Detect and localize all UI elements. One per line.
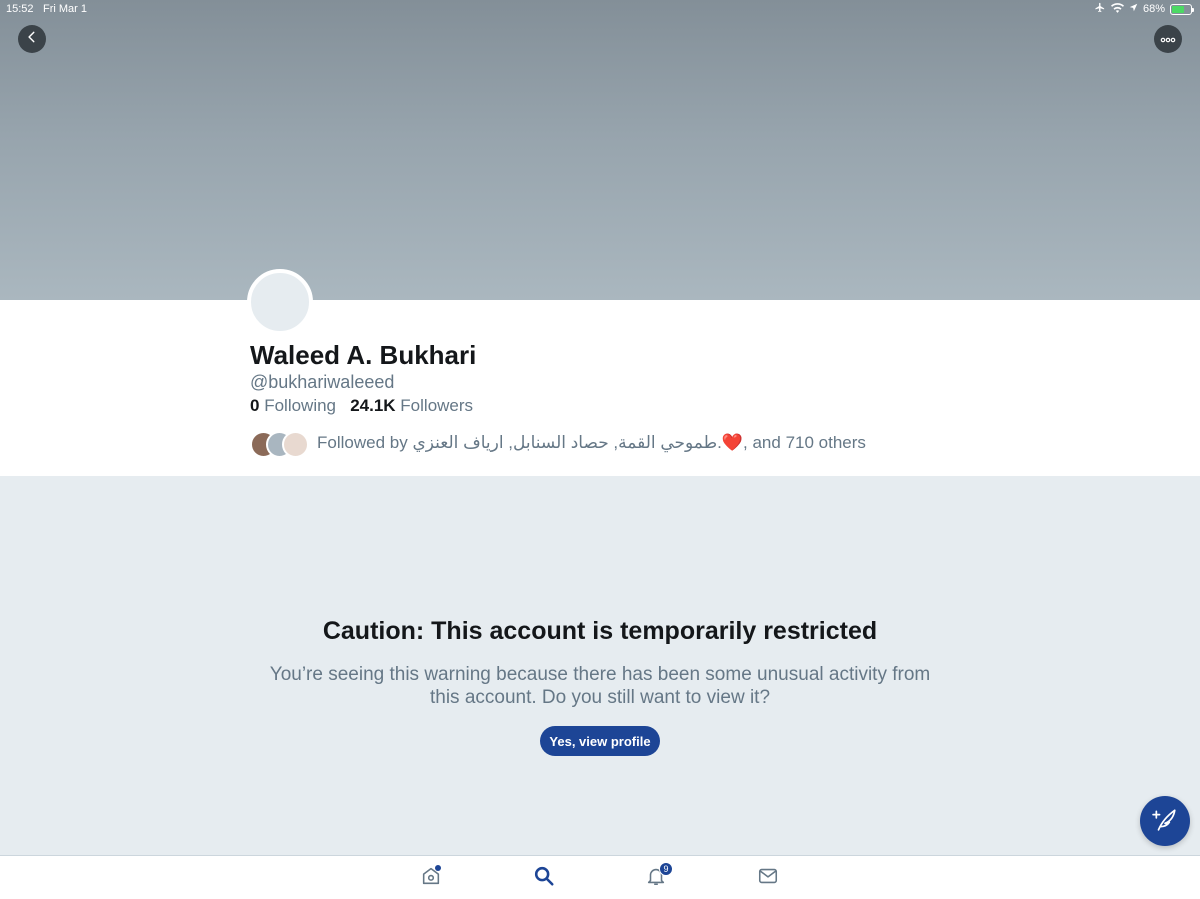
status-date: Fri Mar 1 — [43, 3, 87, 15]
following-count: 0 — [250, 396, 260, 415]
tab-search[interactable] — [532, 866, 556, 890]
tab-home[interactable] — [419, 865, 443, 890]
tab-messages[interactable] — [756, 866, 780, 890]
location-icon — [1129, 3, 1138, 15]
following-label: Following — [264, 396, 337, 415]
battery-percent: 68% — [1142, 3, 1165, 15]
followers-you-know-avatars[interactable] — [250, 431, 312, 459]
notifications-badge: 9 — [659, 862, 673, 876]
followers-link[interactable]: 24.1K Followers — [350, 396, 473, 415]
battery-level — [1172, 5, 1185, 13]
wifi-icon — [1110, 2, 1124, 16]
caution-title: Caution: This account is temporarily res… — [322, 617, 878, 645]
battery-icon — [1170, 3, 1194, 15]
follow-counts: 0 Following 24.1K Followers — [250, 396, 473, 416]
more-icon — [1160, 30, 1176, 48]
mini-avatar — [282, 431, 309, 458]
avatar[interactable] — [247, 269, 313, 335]
mail-icon — [757, 865, 779, 892]
following-link[interactable]: 0 Following — [250, 396, 336, 415]
followed-by-text[interactable]: Followed by طموحي القمة, حصاد السنابل, ا… — [317, 433, 866, 453]
airplane-icon — [1094, 2, 1106, 16]
back-button[interactable] — [18, 25, 46, 53]
followers-label: Followers — [400, 396, 474, 415]
search-icon — [533, 865, 555, 892]
bottom-tab-bar: 9 — [0, 855, 1200, 899]
followers-count: 24.1K — [350, 396, 396, 415]
user-handle: @bukhariwaleeed — [250, 372, 395, 392]
compose-feather-icon — [1152, 806, 1178, 837]
display-name: Waleed A. Bukhari — [250, 340, 477, 370]
view-profile-button[interactable]: Yes, view profile — [540, 726, 660, 756]
new-content-dot — [435, 865, 441, 871]
more-options-button[interactable] — [1154, 25, 1182, 53]
compose-tweet-button[interactable] — [1140, 796, 1190, 846]
profile-banner — [0, 0, 1200, 300]
tab-notifications[interactable]: 9 — [644, 862, 673, 890]
caution-message: You’re seeing this warning because there… — [269, 664, 931, 708]
status-time: 15:52 — [6, 3, 34, 15]
status-indicators: 68% — [1094, 2, 1194, 16]
status-bar: 15:52 Fri Mar 1 68% — [0, 0, 1200, 18]
chevron-left-icon — [25, 30, 39, 49]
